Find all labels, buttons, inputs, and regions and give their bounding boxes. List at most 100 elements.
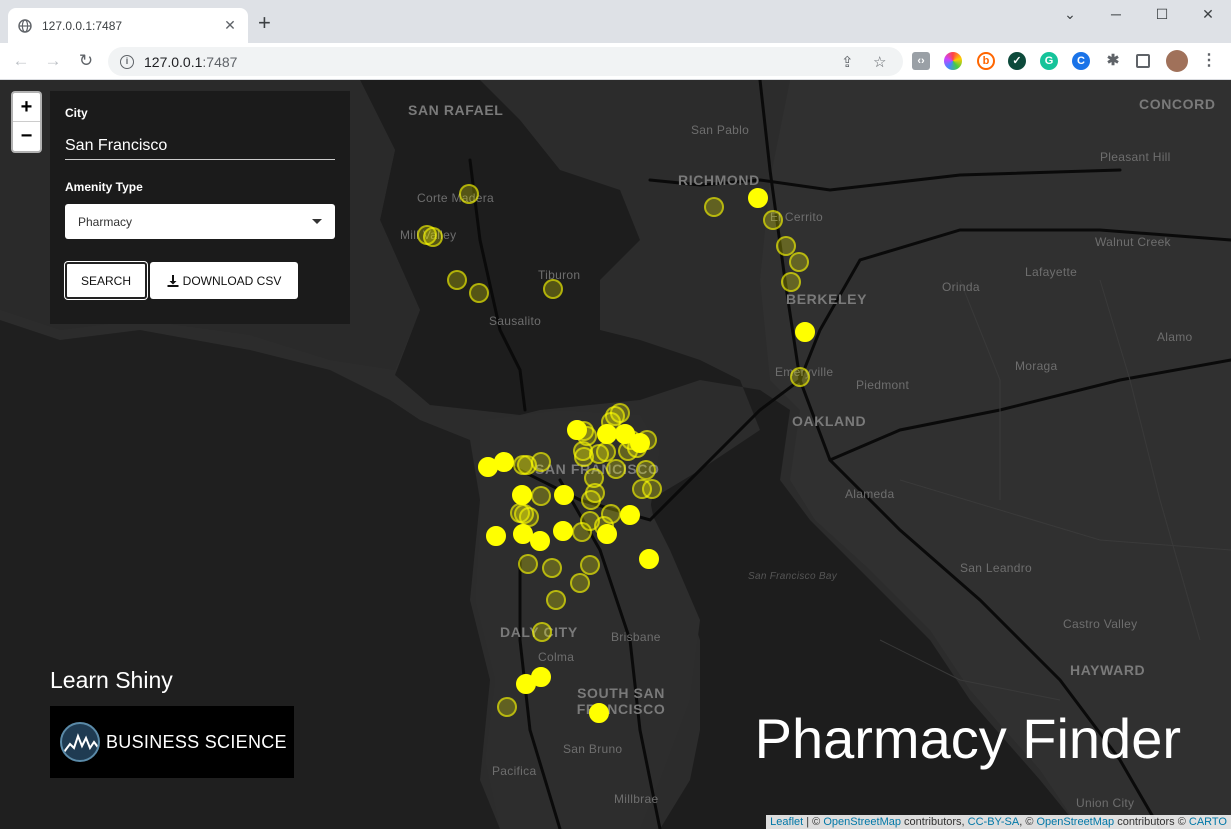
pharmacy-marker[interactable] — [589, 444, 609, 464]
place-label: CONCORD — [1139, 96, 1216, 112]
place-label: San Bruno — [563, 742, 623, 756]
pharmacy-marker[interactable] — [589, 703, 609, 723]
close-window-button[interactable]: ✕ — [1185, 6, 1231, 26]
business-science-logo[interactable]: BUSINESS SCIENCE — [50, 706, 294, 778]
city-input[interactable]: San Francisco — [65, 135, 335, 160]
pharmacy-marker[interactable] — [790, 367, 810, 387]
pharmacy-marker[interactable] — [469, 283, 489, 303]
maximize-button[interactable]: ☐ — [1139, 6, 1185, 26]
osm-link[interactable]: OpenStreetMap — [1036, 816, 1114, 828]
pharmacy-marker[interactable] — [781, 272, 801, 292]
pharmacy-marker[interactable] — [704, 197, 724, 217]
attribution-text: contributors © — [1114, 816, 1189, 828]
pharmacy-marker[interactable] — [494, 452, 514, 472]
download-csv-button[interactable]: DOWNLOAD CSV — [150, 262, 298, 299]
pharmacy-marker[interactable] — [423, 227, 443, 247]
pharmacy-marker[interactable] — [618, 441, 638, 461]
pharmacy-marker[interactable] — [532, 622, 552, 642]
pharmacy-marker[interactable] — [531, 667, 551, 687]
tab-search-icon[interactable]: ⌄ — [1047, 6, 1093, 26]
pharmacy-marker[interactable] — [580, 555, 600, 575]
pharmacy-marker[interactable] — [570, 573, 590, 593]
extension-check-icon[interactable]: ✓ — [1008, 52, 1026, 70]
attribution-text: , © — [1019, 816, 1037, 828]
reload-button[interactable]: ↻ — [75, 51, 97, 71]
attribution-text: contributors, — [901, 816, 968, 828]
place-label: Alamo — [1157, 330, 1193, 344]
pharmacy-marker[interactable] — [597, 524, 617, 544]
pharmacy-marker[interactable] — [642, 479, 662, 499]
pharmacy-marker[interactable] — [554, 485, 574, 505]
place-label: BERKELEY — [786, 291, 868, 307]
side-panel-icon[interactable] — [1136, 54, 1150, 68]
place-label: Moraga — [1015, 359, 1058, 373]
pharmacy-marker[interactable] — [581, 490, 601, 510]
place-label: Pleasant Hill — [1100, 150, 1171, 164]
pharmacy-marker[interactable] — [606, 459, 626, 479]
browser-tab-bar: 127.0.0.1:7487 ✕ + ⌄ ─ ☐ ✕ — [0, 0, 1231, 43]
download-icon — [167, 274, 179, 287]
back-button[interactable]: ← — [10, 51, 32, 71]
address-bar[interactable]: i 127.0.0.1:7487 ⇪ ☆ — [108, 47, 903, 76]
extension-color-icon[interactable] — [944, 52, 962, 70]
new-tab-button[interactable]: + — [258, 12, 271, 34]
extension-c-icon[interactable]: C — [1072, 52, 1090, 70]
zoom-in-button[interactable]: + — [13, 93, 40, 122]
pharmacy-marker[interactable] — [486, 526, 506, 546]
pharmacy-marker[interactable] — [572, 522, 592, 542]
place-label: Piedmont — [856, 378, 910, 392]
brand-text: BUSINESS SCIENCE — [106, 731, 287, 752]
extension-code-icon[interactable]: ‹› — [912, 52, 930, 70]
pharmacy-marker[interactable] — [530, 531, 550, 551]
pharmacy-marker[interactable] — [546, 590, 566, 610]
cc-by-sa-link[interactable]: CC-BY-SA — [968, 816, 1020, 828]
learn-shiny-heading: Learn Shiny — [50, 667, 173, 693]
search-button[interactable]: SEARCH — [65, 262, 147, 299]
pharmacy-marker[interactable] — [795, 322, 815, 342]
site-info-icon[interactable]: i — [120, 54, 134, 69]
attribution-text: | © — [803, 816, 824, 828]
place-label: Corte Madera — [417, 191, 494, 205]
pharmacy-marker[interactable] — [639, 549, 659, 569]
amenity-type-select[interactable]: Pharmacy — [65, 204, 335, 239]
place-label: SAN RAFAEL — [408, 102, 504, 118]
pharmacy-marker[interactable] — [447, 270, 467, 290]
place-label: Tiburon — [538, 268, 581, 282]
app-title: Pharmacy Finder — [754, 707, 1181, 770]
forward-button[interactable]: → — [42, 51, 64, 71]
amenity-type-value: Pharmacy — [78, 214, 133, 229]
extension-b-icon[interactable]: b — [977, 52, 995, 70]
browser-menu-icon[interactable]: ⋮ — [1200, 52, 1218, 70]
pharmacy-marker[interactable] — [518, 554, 538, 574]
pharmacy-marker[interactable] — [620, 505, 640, 525]
globe-icon — [18, 18, 32, 33]
place-label: Orinda — [942, 280, 980, 294]
osm-link[interactable]: OpenStreetMap — [823, 816, 901, 828]
bookmark-star-icon[interactable]: ☆ — [873, 53, 886, 71]
map-attribution: Leaflet | © OpenStreetMap contributors, … — [766, 815, 1231, 829]
pharmacy-marker[interactable] — [763, 210, 783, 230]
pharmacy-marker[interactable] — [459, 184, 479, 204]
minimize-button[interactable]: ─ — [1093, 6, 1139, 26]
leaflet-link[interactable]: Leaflet — [770, 816, 803, 828]
share-icon[interactable]: ⇪ — [841, 53, 854, 71]
place-label: Pacifica — [492, 764, 537, 778]
zoom-out-button[interactable]: − — [13, 122, 40, 151]
pharmacy-marker[interactable] — [531, 452, 551, 472]
grammarly-icon[interactable]: G — [1040, 52, 1058, 70]
pharmacy-marker[interactable] — [748, 188, 768, 208]
carto-link[interactable]: CARTO — [1189, 816, 1227, 828]
pharmacy-marker[interactable] — [497, 697, 517, 717]
pharmacy-marker[interactable] — [542, 558, 562, 578]
pharmacy-marker[interactable] — [597, 424, 617, 444]
tab-close-icon[interactable]: ✕ — [222, 17, 238, 34]
pharmacy-marker[interactable] — [543, 279, 563, 299]
pharmacy-marker[interactable] — [553, 521, 573, 541]
extensions-puzzle-icon[interactable]: ✱ — [1104, 52, 1122, 70]
pharmacy-marker[interactable] — [789, 252, 809, 272]
pharmacy-marker[interactable] — [512, 485, 532, 505]
browser-tab[interactable]: 127.0.0.1:7487 ✕ — [8, 8, 248, 43]
pharmacy-marker[interactable] — [636, 460, 656, 480]
profile-avatar[interactable] — [1166, 50, 1188, 72]
pharmacy-marker[interactable] — [531, 486, 551, 506]
